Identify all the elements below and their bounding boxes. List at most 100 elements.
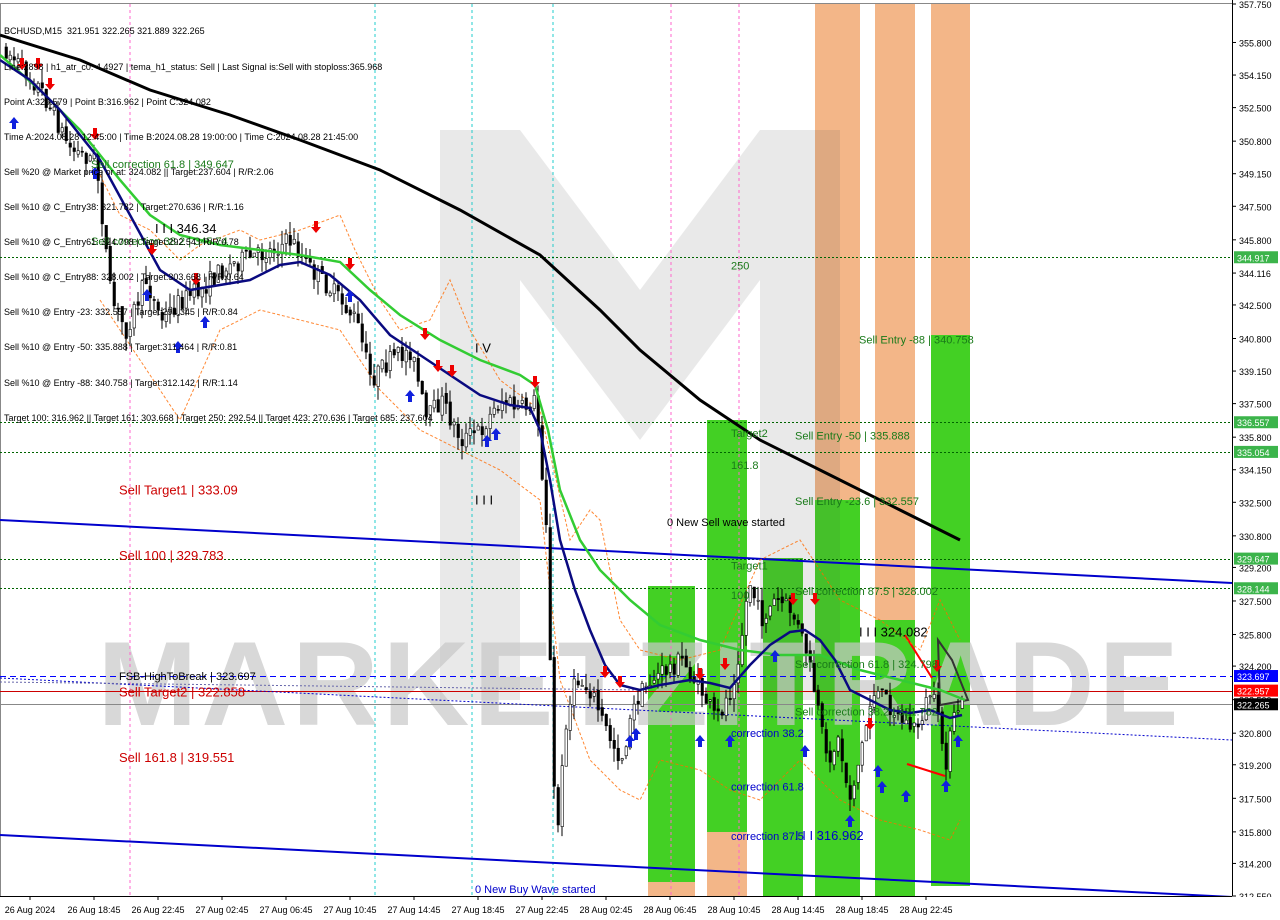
info-line: Sell %10 @ Entry -50: 335.888 | Target:3… (4, 342, 238, 353)
time-tick-label: 26 Aug 22:45 (131, 905, 184, 915)
candle-body (728, 698, 732, 700)
price-tick-label: 352.500 (1239, 104, 1272, 114)
candle-body (544, 479, 548, 526)
candle-body (908, 717, 912, 730)
price-tick-label: 314.200 (1239, 859, 1272, 869)
candle-body (496, 409, 500, 411)
price-tick-label: 349.150 (1239, 170, 1272, 180)
candle-body (852, 785, 856, 800)
candle-body (556, 787, 560, 826)
candle-body (724, 697, 728, 716)
candle-body (800, 623, 804, 634)
price-tick-label: 337.500 (1239, 400, 1272, 410)
target-zone-orange (875, 4, 915, 620)
chart-annotation: 0 New Sell wave started (667, 517, 785, 529)
candle-body (688, 667, 692, 681)
symbol-label: BCHUSD,M15 (4, 26, 63, 37)
chart-annotation: correction 87.5 (731, 831, 804, 843)
chart-annotation: I V (475, 340, 491, 355)
price-tick-label: 315.800 (1239, 828, 1272, 838)
candle-body (660, 665, 664, 675)
price-tick-label: 332.500 (1239, 498, 1272, 508)
candle-body (712, 697, 716, 711)
symbol-line: BCHUSD,M15 321.951 322.265 321.889 322.2… (4, 26, 433, 38)
time-axis-bg (0, 897, 1280, 920)
candle-body (640, 683, 644, 707)
candle-body (492, 407, 496, 415)
candle-body (932, 694, 936, 699)
price-tag-label: 328.144 (1237, 584, 1270, 594)
time-tick-label: 27 Aug 10:45 (323, 905, 376, 915)
info-line: Sell %10 @ C_Entry88: 328.002 | Target:3… (4, 272, 244, 283)
candle-body (432, 399, 436, 409)
time-tick-label: 27 Aug 18:45 (451, 905, 504, 915)
candle-body (552, 657, 556, 787)
info-line: Line:2898 | h1_atr_c0: 4.4927 | tema_h1_… (4, 61, 383, 72)
price-tick-label: 329.200 (1239, 563, 1272, 573)
candle-body (632, 703, 636, 721)
candle-body (564, 728, 568, 767)
candle-body (636, 700, 640, 705)
time-tick-label: 28 Aug 14:45 (771, 905, 824, 915)
target-zone-green (931, 335, 970, 886)
candle-body (804, 633, 808, 654)
candle-body (444, 393, 448, 404)
candle-body (716, 708, 720, 712)
chart-annotation: Sell correction 87.5 | 328.002 (795, 586, 938, 598)
candle-body (464, 432, 468, 448)
info-line: Point A:329.579 | Point B:316.962 | Poin… (4, 96, 211, 107)
chart-annotation: correction 61.8 (731, 781, 804, 793)
candle-body (672, 663, 676, 675)
watermark-text: MARKETZITRADE (97, 617, 1182, 751)
candle-body (560, 765, 564, 827)
info-line: Sell %10 @ Entry -88: 340.758 | Target:3… (4, 377, 238, 388)
candle-body (856, 764, 860, 783)
candle-body (864, 725, 868, 742)
price-tag-label: 323.697 (1237, 672, 1270, 682)
price-tag-label: 335.054 (1237, 448, 1270, 458)
candle-body (584, 687, 588, 691)
price-tick-label: 319.200 (1239, 761, 1272, 771)
price-tick-label: 320.800 (1239, 729, 1272, 739)
candle-body (624, 746, 628, 757)
candle-body (912, 722, 916, 727)
chart-annotation: Sell Entry -23.6 | 332.557 (795, 496, 919, 508)
candle-body (568, 703, 572, 731)
price-tick-label: 355.800 (1239, 38, 1272, 48)
time-tick-label: 26 Aug 2024 (5, 905, 56, 915)
candle-body (520, 400, 524, 404)
candle-body (792, 614, 796, 620)
candle-body (468, 428, 472, 436)
info-panel: BCHUSD,M15 321.951 322.265 321.889 322.2… (4, 3, 433, 436)
time-tick-label: 28 Aug 18:45 (835, 905, 888, 915)
chart-annotation: Sell Target1 | 333.09 (119, 483, 238, 498)
candle-body (612, 739, 616, 749)
chart-annotation: FSB-HighToBreak | 323.697 (119, 671, 256, 683)
candle-body (652, 680, 656, 684)
candle-body (920, 720, 924, 725)
time-tick-label: 27 Aug 06:45 (259, 905, 312, 915)
candle-body (532, 395, 536, 409)
chart-annotation: correction 38.2 (731, 728, 804, 740)
candle-body (684, 655, 688, 668)
candle-body (940, 711, 944, 744)
candle-body (844, 762, 848, 784)
chart-annotation: I I I 316.962 (795, 828, 864, 843)
candle-body (776, 598, 780, 600)
candle-body (548, 527, 552, 661)
time-tick-label: 27 Aug 14:45 (387, 905, 440, 915)
price-tick-label: 340.800 (1239, 335, 1272, 345)
candle-body (704, 693, 708, 704)
price-tick-label: 357.750 (1239, 0, 1272, 10)
price-tag-label: 344.917 (1237, 253, 1270, 263)
candle-body (440, 395, 444, 416)
candle-body (668, 663, 672, 673)
candle-body (436, 399, 440, 413)
candle-body (836, 736, 840, 752)
candle-body (784, 598, 788, 601)
time-tick-label: 26 Aug 18:45 (67, 905, 120, 915)
chart-annotation: Sell correction 61.8 | 324.798 (795, 659, 938, 671)
chart-annotation: 100 (731, 590, 749, 602)
candle-body (580, 685, 584, 687)
candle-body (452, 421, 456, 426)
